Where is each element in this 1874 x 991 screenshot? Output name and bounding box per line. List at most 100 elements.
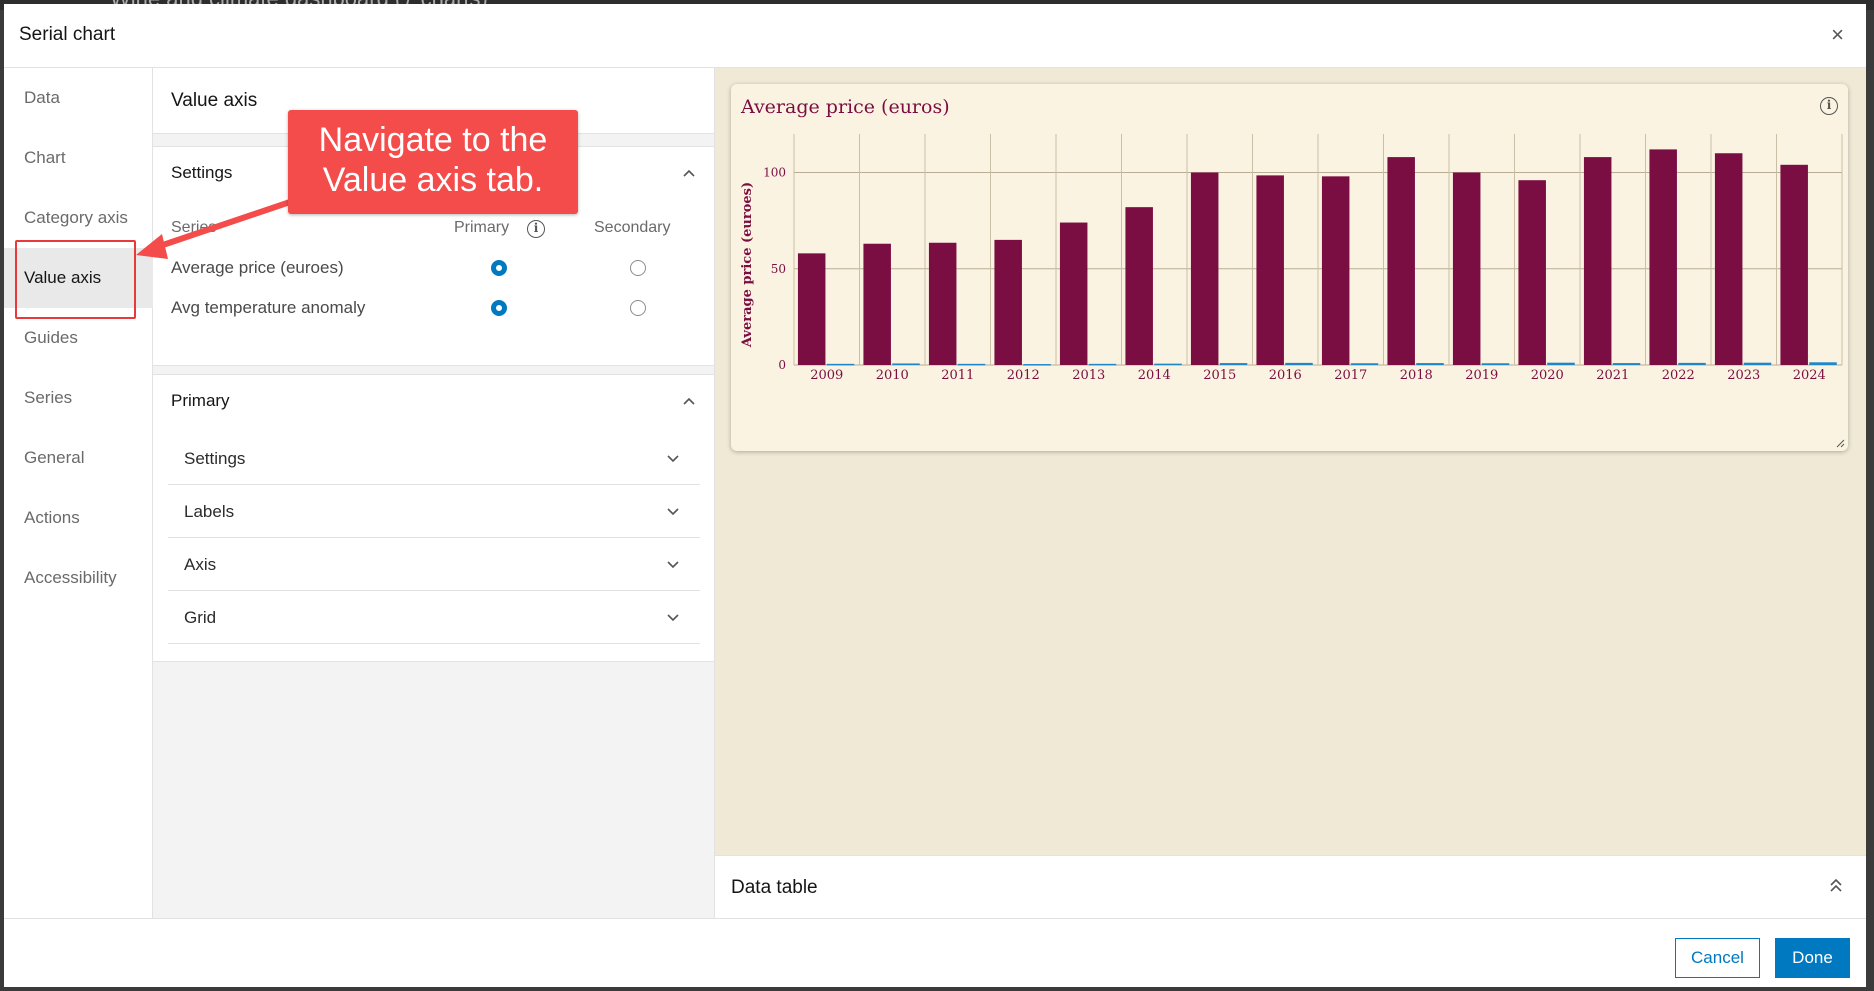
bar (1453, 173, 1481, 366)
y-tick-label: 50 (771, 262, 786, 276)
panel-title: Value axis (171, 90, 257, 112)
dialog-header: Serial chart × (4, 4, 1866, 68)
bar (1678, 363, 1706, 365)
info-icon[interactable]: i (1820, 97, 1838, 115)
x-tick-label: 2022 (1662, 368, 1695, 383)
bar (1518, 180, 1546, 365)
dialog-title: Serial chart (19, 24, 115, 46)
bar (1387, 157, 1415, 365)
bar (1649, 149, 1677, 365)
bar (1322, 176, 1350, 365)
x-tick-label: 2014 (1138, 368, 1171, 383)
nav-item-general[interactable]: General (4, 428, 153, 488)
primary-column-header: Primary (454, 219, 509, 237)
bar (1125, 207, 1153, 365)
info-icon[interactable]: i (527, 220, 545, 238)
bar-chart: 0 50 100 2009 2010 2011 2012 2013 2014 2015 2016 20… (731, 84, 1848, 451)
bar (929, 243, 957, 365)
x-tick-label: 2009 (810, 368, 843, 383)
primary-radio[interactable] (491, 260, 507, 276)
bar (1154, 364, 1182, 366)
x-tick-label: 2024 (1793, 368, 1826, 383)
bar (1285, 363, 1313, 365)
bar (1089, 364, 1117, 366)
nav-item-data[interactable]: Data (4, 68, 153, 128)
annotation-text: Navigate to the Value axis tab. (288, 120, 578, 200)
bar (1416, 363, 1444, 365)
x-tick-label: 2015 (1203, 368, 1236, 383)
annotation-line: Value axis tab. (288, 160, 578, 200)
bar (1351, 363, 1379, 365)
primary-grid-item[interactable]: Grid (168, 592, 700, 644)
bar (1715, 153, 1743, 365)
bar (1744, 363, 1772, 365)
sub-item-label: Grid (184, 608, 216, 628)
nav-item-chart[interactable]: Chart (4, 128, 153, 188)
y-tick-label: 100 (763, 166, 786, 180)
x-tick-label: 2011 (941, 368, 974, 383)
nav-item-series[interactable]: Series (4, 368, 153, 428)
secondary-radio[interactable] (630, 260, 646, 276)
chart-card: 0 50 100 2009 2010 2011 2012 2013 2014 2015 2016 20… (731, 84, 1848, 451)
bar (1256, 175, 1284, 365)
primary-section: Primary Settings Labels Axis (153, 374, 714, 662)
x-tick-label: 2012 (1007, 368, 1040, 383)
x-tick-label: 2013 (1072, 368, 1105, 383)
nav-item-category-axis[interactable]: Category axis (4, 188, 153, 248)
series-column-header: Series (171, 219, 216, 237)
cancel-button[interactable]: Cancel (1675, 938, 1760, 978)
primary-axis-item[interactable]: Axis (168, 539, 700, 591)
bar (1482, 363, 1510, 365)
settings-section-title: Settings (171, 163, 232, 183)
series-row-label: Avg temperature anomaly (171, 298, 365, 318)
bar (1780, 165, 1808, 365)
primary-section-title: Primary (171, 391, 230, 411)
chevron-down-icon (666, 559, 680, 573)
nav-item-actions[interactable]: Actions (4, 488, 153, 548)
chevron-down-icon (666, 506, 680, 520)
primary-labels-item[interactable]: Labels (168, 486, 700, 538)
value-axis-highlight-box (15, 240, 136, 319)
series-row-label: Average price (euroes) (171, 258, 344, 278)
bar (1060, 223, 1088, 365)
close-icon[interactable]: × (1831, 24, 1844, 46)
x-tick-label: 2017 (1334, 368, 1367, 383)
y-axis-label: Average price (euroes) (740, 182, 755, 348)
chevron-up-icon[interactable] (682, 395, 696, 409)
dialog-footer: Cancel Done (4, 918, 1866, 987)
annotation-line: Navigate to the (288, 120, 578, 160)
x-tick-label: 2016 (1269, 368, 1302, 383)
primary-radio[interactable] (491, 300, 507, 316)
x-tick-label: 2021 (1596, 368, 1629, 383)
x-tick-label: 2018 (1400, 368, 1433, 383)
chevron-down-icon (666, 612, 680, 626)
x-tick-label: 2019 (1465, 368, 1498, 383)
bar (798, 253, 826, 365)
chevron-up-icon[interactable] (682, 167, 696, 181)
bar (892, 363, 920, 365)
sub-item-label: Labels (184, 502, 234, 522)
bar (994, 240, 1022, 365)
bar (1547, 363, 1575, 365)
annotation-callout: Navigate to the Value axis tab. (288, 110, 578, 214)
data-table-bar[interactable]: Data table (715, 855, 1866, 918)
primary-settings-item[interactable]: Settings (168, 433, 700, 485)
double-chevron-up-icon[interactable] (1828, 876, 1844, 899)
settings-nav: Data Chart Category axis Value axis Guid… (4, 68, 153, 918)
bar (1023, 364, 1051, 366)
secondary-radio[interactable] (630, 300, 646, 316)
x-tick-label: 2010 (876, 368, 909, 383)
secondary-column-header: Secondary (594, 219, 671, 237)
bar (863, 244, 891, 365)
bar (1809, 362, 1837, 365)
data-table-label: Data table (731, 877, 818, 899)
chart-preview-area: 0 50 100 2009 2010 2011 2012 2013 2014 2015 2016 20… (715, 68, 1866, 855)
resize-handle-icon[interactable] (1836, 439, 1845, 448)
bar (1220, 363, 1248, 365)
bar (1191, 173, 1219, 366)
x-tick-label: 2023 (1727, 368, 1760, 383)
y-tick-label: 0 (778, 358, 786, 372)
done-button[interactable]: Done (1775, 938, 1850, 978)
nav-item-accessibility[interactable]: Accessibility (4, 548, 153, 608)
x-tick-label: 2020 (1531, 368, 1564, 383)
